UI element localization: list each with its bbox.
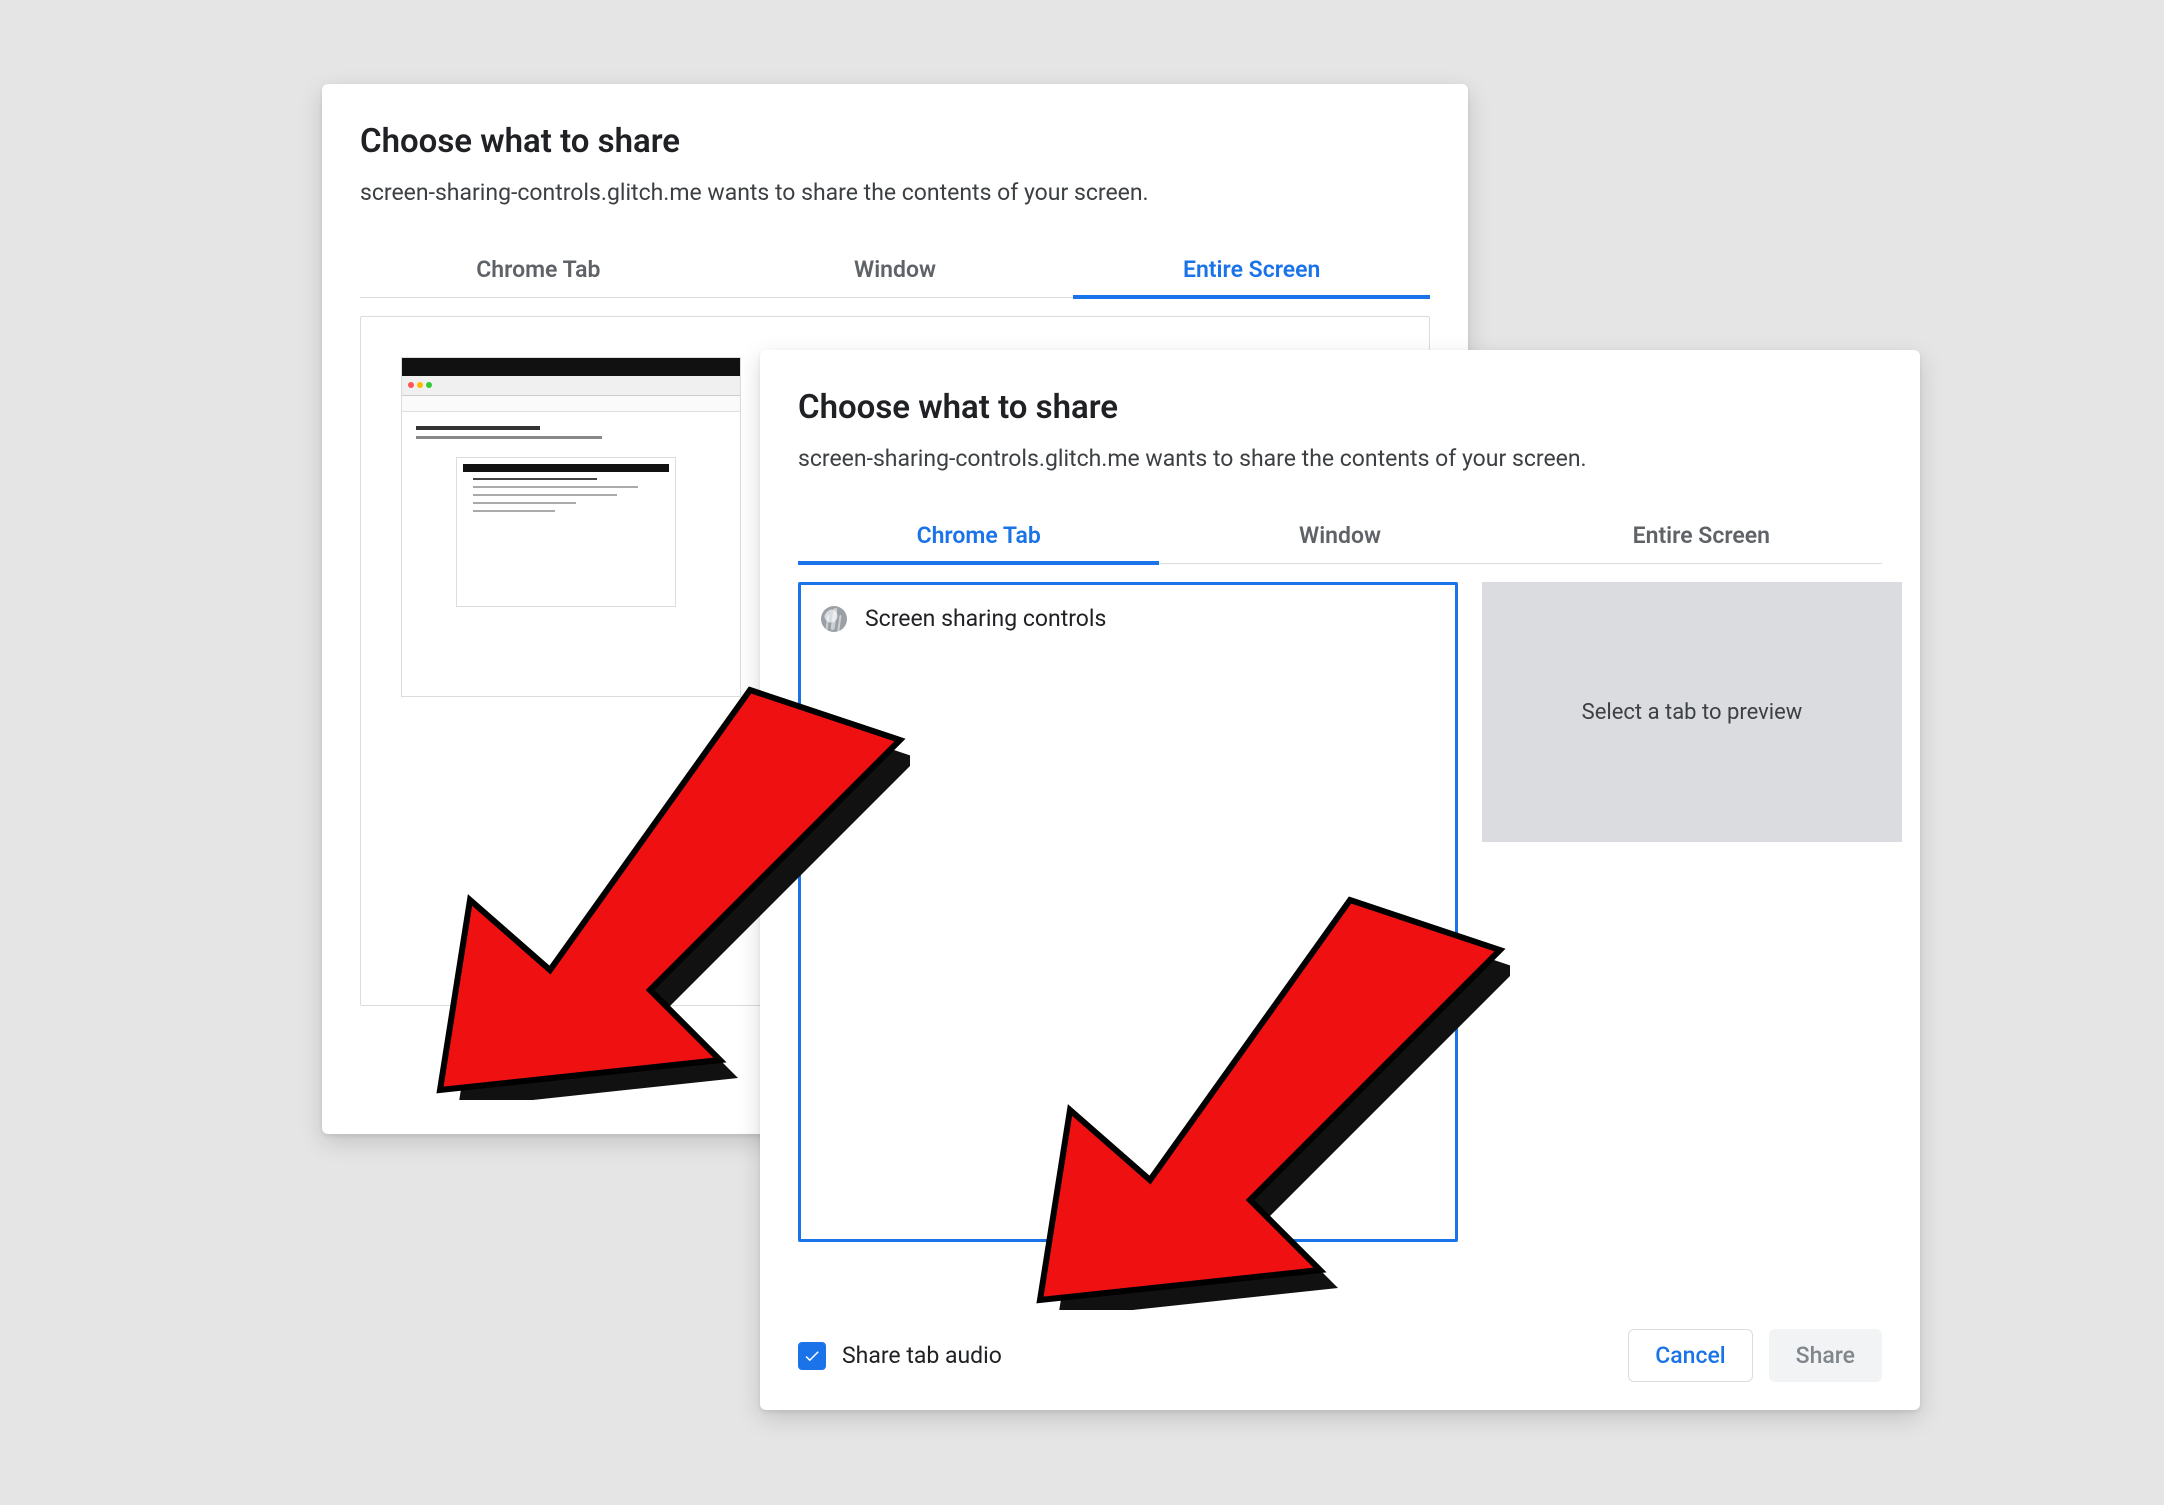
globe-icon (821, 606, 847, 632)
share-tab-audio-label: Share tab audio (842, 1342, 1002, 1369)
share-tab-audio-checkbox[interactable]: Share tab audio (798, 1342, 1002, 1370)
screen-thumbnail[interactable] (401, 357, 741, 697)
tab-list-item[interactable]: Screen sharing controls (821, 605, 1435, 632)
dialog-title: Choose what to share (798, 388, 1882, 427)
tab-chrome-tab[interactable]: Chrome Tab (360, 242, 717, 297)
tab-window[interactable]: Window (717, 242, 1074, 297)
dialog-subtitle: screen-sharing-controls.glitch.me wants … (798, 445, 1882, 472)
cancel-button[interactable]: Cancel (1628, 1329, 1752, 1382)
dialog-subtitle: screen-sharing-controls.glitch.me wants … (360, 179, 1430, 206)
share-source-tabs: Chrome Tab Window Entire Screen (798, 508, 1882, 564)
dialog-title: Choose what to share (360, 122, 1430, 161)
tab-preview-placeholder: Select a tab to preview (1482, 582, 1902, 842)
tab-list-item-label: Screen sharing controls (865, 605, 1106, 632)
checkbox-checked-icon (798, 1342, 826, 1370)
share-dialog-chrome-tab: Choose what to share screen-sharing-cont… (760, 350, 1920, 1410)
share-source-tabs: Chrome Tab Window Entire Screen (360, 242, 1430, 298)
tab-window[interactable]: Window (1159, 508, 1520, 563)
dialog-footer: Share tab audio Cancel Share (798, 1329, 1882, 1382)
tab-entire-screen[interactable]: Entire Screen (1073, 242, 1430, 299)
tab-selection-area: Screen sharing controls Select a tab to … (798, 582, 1882, 1242)
tab-chrome-tab[interactable]: Chrome Tab (798, 508, 1159, 565)
tab-entire-screen[interactable]: Entire Screen (1521, 508, 1882, 563)
share-button[interactable]: Share (1769, 1329, 1882, 1382)
preview-placeholder-text: Select a tab to preview (1582, 700, 1803, 725)
tab-list: Screen sharing controls (798, 582, 1458, 1242)
